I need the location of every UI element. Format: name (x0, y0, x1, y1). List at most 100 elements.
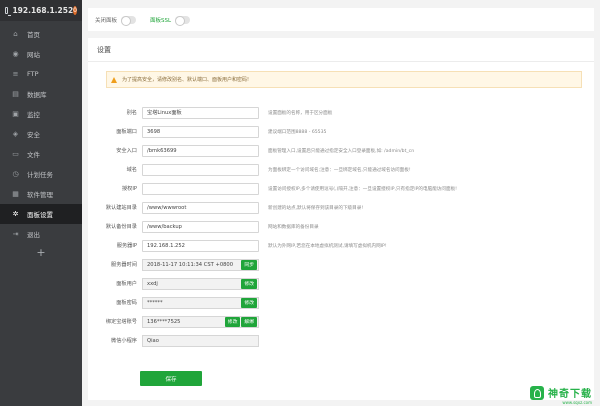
setting-row: 默认建站目录/www/wwwroot 新创建的站点,默认将保存到该目录的下级目录! (88, 198, 594, 217)
setting-action-button[interactable]: 解绑 (241, 316, 257, 327)
setting-readonly-field: ****** 修改 (142, 296, 259, 309)
setting-label: 绑定宝塔账号 (105, 319, 137, 325)
close-panel-toggle[interactable] (121, 15, 137, 26)
shield-icon: ◈ (12, 130, 19, 138)
sidebar-item-9[interactable]: ✲ 面板设置 (0, 204, 82, 224)
setting-tip: 面板管理入口,设置后只能通过指定安全入口登录面板,如: /admin/bt_cn (268, 148, 415, 154)
gear-icon: ✲ (12, 210, 19, 218)
sidebar-item-label: 数据库 (27, 91, 47, 99)
sidebar: 192.168.1.252 0 ⌂ 首页 ◉ 网站 ≡ FTP ▤ 数据库 ▣ 监控 ◈ 安全 ▭ 文件 ◷… (0, 0, 82, 406)
setting-row: 绑定宝塔账号 136****7525 修改 解绑 (88, 312, 594, 331)
settings-form: 别名 宝塔Linux面板 设置面板的名称，用于区分面板 面板端口 3698 建议端口范围8… (88, 103, 594, 350)
ftp-icon: ≡ (12, 70, 19, 78)
setting-tip: 默认为外网IP,若您在本地虚拟机测试,请填写虚拟机内网IP! (268, 243, 387, 249)
sidebar-item-10[interactable]: ⇥ 退出 (0, 224, 82, 244)
setting-label: 面板用户 (116, 281, 137, 287)
sidebar-item-1[interactable]: ◉ 网站 (0, 44, 82, 64)
panel-ssl-toggle[interactable] (175, 15, 191, 26)
setting-readonly-field: 136****7525 修改 解绑 (142, 315, 259, 328)
sidebar-item-7[interactable]: ◷ 计划任务 (0, 164, 82, 184)
setting-input[interactable]: 192.168.1.252 (142, 239, 259, 252)
panel-title: 设置 (88, 38, 594, 62)
logout-icon: ⇥ (12, 230, 19, 238)
setting-label: 面板端口 (116, 129, 137, 135)
apps-icon: ▦ (12, 190, 19, 198)
setting-input[interactable]: 3698 (142, 125, 259, 138)
sidebar-item-8[interactable]: ▦ 软件管理 (0, 184, 82, 204)
sidebar-item-4[interactable]: ▣ 监控 (0, 104, 82, 124)
setting-action-button[interactable]: 修改 (224, 316, 241, 327)
setting-row: 服务器时间 2018-11-17 10:11:34 CST +0800 同步 (88, 255, 594, 274)
setting-tip: 为面板绑定一个访问域名;注意：一旦绑定域名,只能通过域名访问面板! (268, 167, 411, 173)
setting-row: 授权IP 设置访问授权IP,多个请使用逗号(,)隔开,注意：一旦设置授权IP,只有… (88, 179, 594, 198)
sidebar-item-2[interactable]: ≡ FTP (0, 64, 82, 84)
setting-label: 授权IP (121, 186, 137, 192)
setting-label: 微信小程序 (111, 338, 137, 344)
sidebar-item-3[interactable]: ▤ 数据库 (0, 84, 82, 104)
notification-badge[interactable]: 0 (73, 6, 77, 15)
setting-input[interactable] (142, 163, 259, 176)
add-icon[interactable]: + (0, 246, 82, 259)
sidebar-nav: ⌂ 首页 ◉ 网站 ≡ FTP ▤ 数据库 ▣ 监控 ◈ 安全 ▭ 文件 ◷ 计划任务 ▦ 软件管理 ✲ 面板设置 ⇥ 退… (0, 24, 82, 244)
setting-row: 面板用户 xxdj 修改 (88, 274, 594, 293)
setting-row: 微信小程序 Qiao (88, 331, 594, 350)
sidebar-item-label: 软件管理 (27, 191, 53, 199)
sidebar-item-5[interactable]: ◈ 安全 (0, 124, 82, 144)
setting-input[interactable]: 宝塔Linux面板 (142, 106, 259, 119)
setting-value: xxdj (147, 280, 158, 287)
brand-logo-icon (530, 385, 544, 400)
sidebar-item-6[interactable]: ▭ 文件 (0, 144, 82, 164)
setting-input[interactable]: /www/backup (142, 220, 259, 233)
watermark-logo: 神奇下载 www.sqxz.com (530, 385, 592, 405)
setting-action-button[interactable]: 同步 (241, 259, 257, 270)
setting-tip: 新创建的站点,默认将保存到该目录的下级目录! (268, 205, 364, 211)
setting-action-button[interactable]: 修改 (241, 278, 257, 289)
setting-tip: 建议端口范围8888 - 65535 (268, 129, 327, 135)
settings-panel: 设置 为了提高安全，请修改别名、默认端口、面板用户和密码! 别名 宝塔Linux面… (88, 38, 594, 400)
setting-row: 面板端口 3698 建议端口范围8888 - 65535 (88, 122, 594, 141)
setting-value: 2018-11-17 10:11:34 CST +0800 (147, 261, 234, 268)
sidebar-item-label: 计划任务 (27, 171, 53, 179)
setting-input[interactable]: /www/wwwroot (142, 201, 259, 214)
save-button[interactable]: 保存 (140, 371, 202, 386)
setting-action-button[interactable]: 修改 (241, 297, 257, 308)
setting-label: 域名 (126, 167, 137, 173)
setting-label: 默认建站目录 (105, 205, 137, 211)
watermark-url: www.sqxz.com (562, 400, 592, 405)
sidebar-item-0[interactable]: ⌂ 首页 (0, 24, 82, 44)
sidebar-item-label: 网站 (27, 51, 40, 59)
setting-row: 安全入口/bmk63699 面板管理入口,设置后只能通过指定安全入口登录面板,如:… (88, 141, 594, 160)
setting-label: 面板密码 (116, 300, 137, 306)
setting-row: 默认备份目录/www/backup 网站和数据库的备份目录 (88, 217, 594, 236)
sidebar-item-label: 文件 (27, 151, 40, 159)
sidebar-item-label: FTP (27, 70, 39, 78)
panel-ssl-label: 面板SSL (150, 17, 172, 24)
setting-label: 默认备份目录 (105, 224, 137, 230)
setting-tip: 设置面板的名称，用于区分面板 (268, 110, 333, 116)
watermark-brand: 神奇下载 (548, 389, 592, 400)
setting-value: 136****7525 (147, 318, 181, 325)
notice-text: 为了提高安全，请修改别名、默认端口、面板用户和密码! (122, 77, 250, 83)
setting-row: 面板密码 ****** 修改 (88, 293, 594, 312)
toggle-bar: 关闭面板 面板SSL (88, 8, 594, 31)
sidebar-item-label: 监控 (27, 111, 40, 119)
monitor-icon (5, 7, 12, 16)
setting-label: 安全入口 (116, 148, 137, 154)
setting-value: ****** (147, 299, 163, 306)
folder-icon: ▭ (12, 150, 19, 158)
clock-icon: ◷ (12, 170, 19, 178)
sidebar-item-label: 退出 (27, 231, 40, 239)
setting-tip: 网站和数据库的备份目录 (268, 224, 319, 230)
setting-input[interactable] (142, 182, 259, 195)
setting-row: 服务器IP 192.168.1.252 默认为外网IP,若您在本地虚拟机测试,请填写… (88, 236, 594, 255)
sidebar-item-label: 首页 (27, 31, 40, 39)
close-panel-label: 关闭面板 (95, 17, 118, 24)
setting-label: 服务器时间 (111, 262, 137, 268)
setting-row: 域名 为面板绑定一个访问域名;注意：一旦绑定域名,只能通过域名访问面板! (88, 160, 594, 179)
setting-value: Qiao (147, 337, 159, 344)
setting-input[interactable]: /bmk63699 (142, 144, 259, 157)
setting-label: 服务器IP (116, 243, 137, 249)
home-icon: ⌂ (13, 30, 18, 38)
setting-readonly-field: Qiao (142, 334, 259, 347)
setting-readonly-field: xxdj 修改 (142, 277, 259, 290)
